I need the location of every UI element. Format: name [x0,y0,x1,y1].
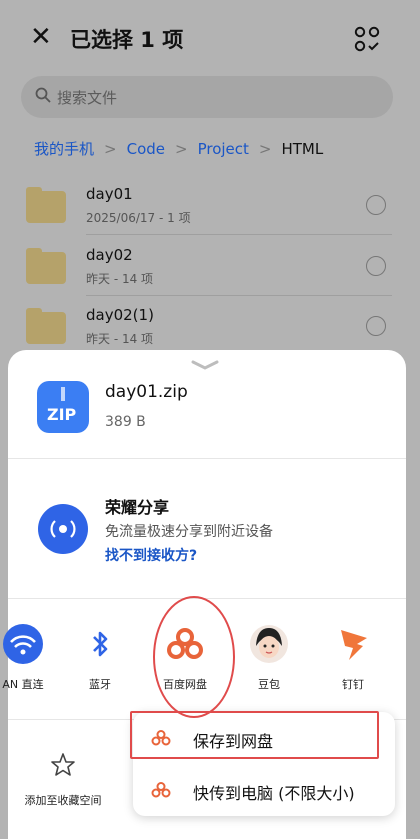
chevron-right-icon: > [104,140,117,158]
file-row[interactable]: day01 2025/06/17 - 1 项 [24,179,392,235]
wlan-direct-icon [3,624,43,664]
folder-icon [26,187,66,223]
search-input[interactable]: 搜索文件 [21,76,393,118]
search-icon [35,87,51,103]
app-wlan-direct[interactable]: AN 直连 [0,624,56,692]
file-row[interactable]: day02(1) 昨天 - 14 项 [24,300,392,356]
app-label: AN 直连 [2,678,44,691]
app-doubao[interactable]: 豆包 [236,624,302,692]
highlight-annotation-rect [130,711,379,759]
breadcrumb-item[interactable]: Project [198,140,249,158]
divider [86,295,392,296]
app-label: 蓝牙 [89,678,111,691]
honor-share-title: 荣耀分享 [105,498,170,517]
app-bluetooth[interactable]: 蓝牙 [67,624,133,692]
file-row[interactable]: day02 昨天 - 14 项 [24,240,392,296]
dingtalk-icon [333,624,373,664]
honor-share-icon[interactable] [38,504,88,554]
breadcrumb-item[interactable]: 我的手机 [34,140,94,158]
folder-icon [26,248,66,284]
select-all-icon[interactable] [354,26,380,52]
menu-item-label: 快传到电脑 (不限大小) [193,784,355,803]
close-icon[interactable]: ✕ [30,24,60,54]
file-meta: 昨天 - 14 项 [86,272,154,286]
favorites-label: 添加至收藏空间 [24,794,102,807]
highlight-annotation-oval [153,596,235,718]
bluetooth-icon [80,624,120,664]
breadcrumb-item-current: HTML [281,140,324,158]
app-dingtalk[interactable]: 钉钉 [320,624,386,692]
select-radio[interactable] [366,195,386,215]
divider [86,234,392,235]
baidu-netdisk-icon [151,782,171,798]
shared-file-name: day01.zip [105,382,188,402]
file-name: day02(1) [86,306,154,324]
page-title: 已选择 1 项 [70,28,184,52]
receiver-not-found-link[interactable]: 找不到接收方? [105,545,197,565]
shared-file-size: 389 B [105,414,146,430]
add-to-favorites-button[interactable]: 添加至收藏空间 [20,752,106,808]
chevron-right-icon: > [175,140,188,158]
file-name: day02 [86,246,133,264]
chevron-right-icon: > [258,140,272,158]
select-radio[interactable] [366,316,386,336]
fast-transfer-to-pc-option[interactable]: 快传到电脑 (不限大小) [133,766,395,814]
search-placeholder: 搜索文件 [57,89,118,107]
honor-share-description: 免流量极速分享到附近设备 [105,524,273,540]
select-radio[interactable] [366,256,386,276]
file-name: day01 [86,185,133,203]
breadcrumb-item[interactable]: Code [127,140,165,158]
file-meta: 昨天 - 14 项 [86,332,154,346]
file-meta: 2025/06/17 - 1 项 [86,211,191,225]
zip-file-icon: ZIP [37,381,89,433]
chevron-down-icon[interactable] [190,360,220,370]
app-label: 豆包 [258,678,280,691]
top-bar: ✕ 已选择 1 项 [0,12,420,62]
star-icon [51,753,75,776]
divider [8,458,406,459]
breadcrumb: 我的手机 > Code > Project > HTML [34,138,323,159]
app-label: 钉钉 [342,678,364,691]
folder-icon [26,308,66,344]
doubao-icon [249,624,289,664]
